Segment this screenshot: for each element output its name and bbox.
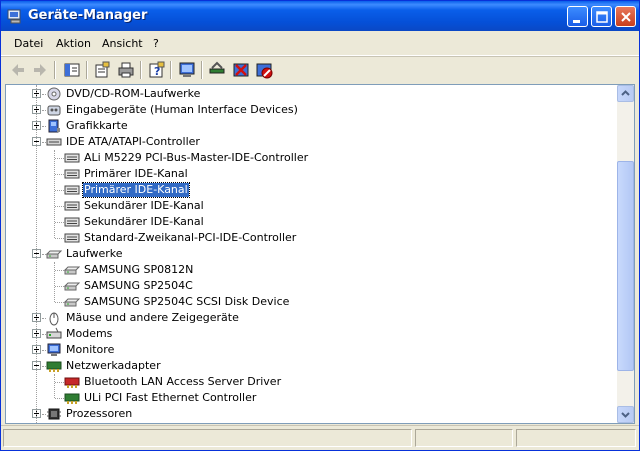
disk-drive-icon	[64, 282, 80, 291]
network-adapter-warn-icon	[64, 377, 80, 388]
modem-icon	[46, 327, 62, 339]
ide-channel-icon	[64, 233, 80, 243]
minimize-button[interactable]	[567, 6, 588, 27]
tree-row[interactable]: Eingabegeräte (Human Interface Devices)	[6, 102, 606, 118]
show-hide-tree-icon[interactable]	[62, 60, 82, 80]
tree-item-label[interactable]: SAMSUNG SP2504C	[83, 279, 194, 293]
tree-item-label[interactable]: Netzwerkadapter	[65, 359, 162, 373]
tree-item-label[interactable]: Bluetooth LAN Access Server Driver	[83, 375, 282, 389]
hid-icon	[47, 105, 61, 116]
forward-arrow-icon[interactable]	[30, 60, 50, 80]
properties-icon[interactable]	[92, 60, 112, 80]
help-icon[interactable]: ?	[146, 60, 166, 80]
status-pane-3	[516, 429, 636, 447]
device-manager-app-icon	[7, 9, 21, 24]
menu-aktion[interactable]: Aktion	[56, 37, 91, 50]
tree-row[interactable]: SAMSUNG SP0812N	[6, 262, 606, 278]
status-bar	[1, 425, 639, 450]
disk-drive-icon	[46, 250, 62, 259]
print-icon[interactable]	[116, 60, 136, 80]
tree-row[interactable]: Monitore	[6, 342, 606, 358]
tree-row[interactable]: Grafikkarte	[6, 118, 606, 134]
tree-item-label[interactable]: ULi PCI Fast Ethernet Controller	[83, 391, 257, 405]
tree-item-label[interactable]: ALi M5229 PCI-Bus-Master-IDE-Controller	[83, 151, 309, 165]
disk-drive-icon	[64, 266, 80, 275]
tree-item-label[interactable]: Primärer IDE-Kanal	[83, 167, 189, 181]
tree-row[interactable]: DVD/CD-ROM-Laufwerke	[6, 86, 606, 102]
ide-channel-icon	[64, 185, 80, 195]
scroll-up-button[interactable]	[617, 85, 634, 102]
ide-channel-icon	[64, 217, 80, 227]
scrollbar-thumb[interactable]	[617, 161, 634, 371]
mouse-icon	[49, 312, 59, 326]
processor-icon	[47, 408, 61, 420]
tree-row[interactable]: SAMSUNG SP2504C SCSI Disk Device	[6, 294, 606, 310]
tree-item-label[interactable]: Sekundärer IDE-Kanal	[83, 215, 205, 229]
tree-row[interactable]: Standard-Zweikanal-PCI-IDE-Controller	[6, 230, 606, 246]
tree-row[interactable]: Mäuse und andere Zeigegeräte	[6, 310, 606, 326]
ide-channel-icon	[64, 169, 80, 179]
device-tree-view[interactable]: DVD/CD-ROM-Laufwerke Eingabegeräte (Human…	[5, 84, 635, 424]
tree-item-label[interactable]: Modems	[65, 327, 113, 341]
tree-item-label[interactable]: Monitore	[65, 343, 115, 357]
device-manager-window: Geräte-Manager Datei Aktion Ansicht ? ?	[0, 0, 640, 451]
tree-item-label[interactable]: DVD/CD-ROM-Laufwerke	[65, 87, 201, 101]
tree-item-label[interactable]: SAMSUNG SP2504C SCSI Disk Device	[83, 295, 290, 309]
network-adapter-icon	[46, 361, 62, 372]
tree-item-label[interactable]: Standard-Zweikanal-PCI-IDE-Controller	[83, 231, 297, 245]
tree-row[interactable]: Laufwerke	[6, 246, 606, 262]
tree-item-label[interactable]: Mäuse und andere Zeigegeräte	[65, 311, 240, 325]
back-arrow-icon[interactable]	[8, 60, 28, 80]
menu-datei[interactable]: Datei	[14, 37, 43, 50]
tree-row[interactable]: Netzwerkadapter	[6, 358, 606, 374]
tree-item-label[interactable]: Prozessoren	[65, 407, 133, 421]
tree-row[interactable]: SAMSUNG SP2504C	[6, 278, 606, 294]
scan-hardware-icon[interactable]	[177, 60, 197, 80]
monitor-icon	[47, 343, 61, 356]
vertical-scrollbar[interactable]	[617, 85, 634, 423]
tree-row[interactable]: Sekundärer IDE-Kanal	[6, 214, 606, 230]
network-adapter-icon	[64, 393, 80, 404]
tree-row[interactable]: ALi M5229 PCI-Bus-Master-IDE-Controller	[6, 150, 606, 166]
uninstall-icon[interactable]	[231, 60, 251, 80]
update-driver-icon[interactable]	[207, 60, 227, 80]
tree-item-label[interactable]: Sekundärer IDE-Kanal	[83, 199, 205, 213]
menu-bar: Datei Aktion Ansicht ?	[1, 31, 639, 56]
title-bar[interactable]: Geräte-Manager	[1, 1, 639, 31]
tree-row[interactable]: Sekundärer IDE-Kanal	[6, 198, 606, 214]
status-pane-2	[415, 429, 513, 447]
tree-item-label[interactable]: Eingabegeräte (Human Interface Devices)	[65, 103, 299, 117]
ide-controller-icon	[46, 138, 62, 146]
device-tree: DVD/CD-ROM-Laufwerke Eingabegeräte (Human…	[6, 85, 617, 423]
tree-item-label[interactable]: Laufwerke	[65, 247, 124, 261]
maximize-button[interactable]	[591, 6, 612, 27]
menu-help[interactable]: ?	[153, 37, 159, 50]
tree-item-label[interactable]: IDE ATA/ATAPI-Controller	[65, 135, 201, 149]
tree-row[interactable]: Bluetooth LAN Access Server Driver	[6, 374, 606, 390]
scroll-down-button[interactable]	[617, 406, 634, 423]
window-title: Geräte-Manager	[28, 8, 148, 23]
display-adapter-icon	[48, 119, 60, 133]
ide-channel-icon	[64, 201, 80, 211]
tree-row[interactable]: Prozessoren	[6, 406, 606, 422]
tree-row[interactable]: Modems	[6, 326, 606, 342]
close-button[interactable]	[615, 6, 636, 27]
ide-channel-icon	[64, 153, 80, 163]
tree-row[interactable]: ULi PCI Fast Ethernet Controller	[6, 390, 606, 406]
disable-icon[interactable]	[254, 60, 274, 80]
menu-ansicht[interactable]: Ansicht	[102, 37, 143, 50]
toolbar: ?	[1, 56, 639, 83]
tree-item-label[interactable]: SAMSUNG SP0812N	[83, 263, 194, 277]
status-pane-main	[3, 429, 412, 447]
cdrom-icon	[47, 87, 61, 101]
tree-row[interactable]: Primärer IDE-Kanal	[6, 182, 606, 198]
tree-row[interactable]: IDE ATA/ATAPI-Controller	[6, 134, 606, 150]
tree-item-label[interactable]: Grafikkarte	[65, 119, 129, 133]
tree-row[interactable]: Primärer IDE-Kanal	[6, 166, 606, 182]
disk-drive-icon	[64, 298, 80, 307]
tree-item-label[interactable]: Primärer IDE-Kanal	[82, 182, 190, 198]
